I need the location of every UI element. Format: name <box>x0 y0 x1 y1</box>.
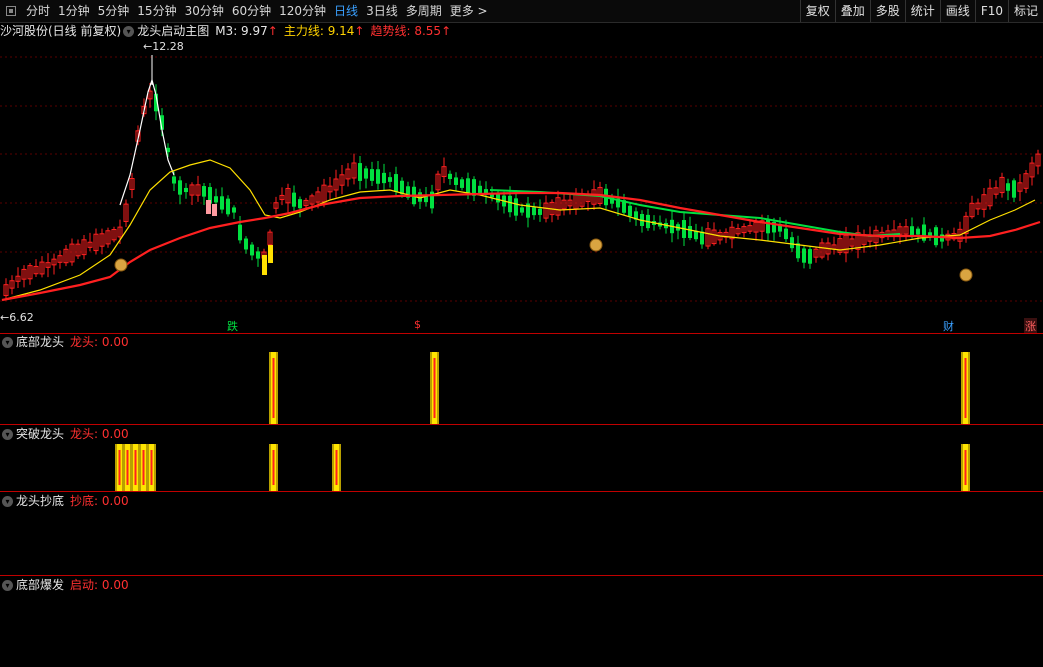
dropdown-icon[interactable]: ▾ <box>2 336 13 348</box>
candle-body <box>628 205 632 217</box>
sub-panel-title[interactable]: 底部爆发 <box>16 577 64 593</box>
highlight-candle <box>268 245 273 263</box>
sub-panel-value: 龙头: 0.00 <box>70 427 129 441</box>
candle-body <box>478 185 482 193</box>
candle-body <box>460 179 464 188</box>
m3-line <box>119 77 175 206</box>
breakout-leader-bar <box>118 450 121 485</box>
breakout-leader-bar <box>964 450 967 485</box>
sub-panel-bars <box>115 352 970 491</box>
panel-divider <box>0 424 1043 425</box>
panel-divider <box>0 491 1043 492</box>
breakout-leader-bar <box>335 450 338 485</box>
candle-body <box>292 192 296 207</box>
candle-body <box>394 174 398 192</box>
sub-panel-value: 龙头: 0.00 <box>70 335 129 349</box>
candle-body <box>298 199 302 209</box>
candle-body <box>700 231 704 245</box>
candle-body <box>256 251 260 259</box>
candle-body <box>184 187 188 193</box>
sub-panel-header-4: ▾ 底部爆发 启动: 0.00 <box>0 577 129 593</box>
dropdown-icon[interactable]: ▾ <box>2 579 13 591</box>
candle-body <box>226 198 230 215</box>
highlight-candle <box>206 200 211 214</box>
candle-body <box>1012 180 1016 198</box>
highlight-candle <box>212 204 217 216</box>
candle-body <box>250 244 254 256</box>
candle-body <box>232 207 236 213</box>
candle-body <box>382 172 386 184</box>
sub-panel-title[interactable]: 突破龙头 <box>16 426 64 442</box>
candle-body <box>376 169 380 184</box>
candle-body <box>508 195 512 213</box>
sub-panel-value: 抄底: 0.00 <box>70 494 129 508</box>
dropdown-icon[interactable]: ▾ <box>2 495 13 507</box>
money-bag-icon <box>589 238 603 252</box>
money-bag-icon <box>114 258 128 272</box>
candle-body <box>214 196 218 203</box>
breakout-leader-bar <box>142 450 145 485</box>
candle-body <box>454 177 458 185</box>
candle-body <box>520 207 524 213</box>
high-price-label: ←12.28 <box>143 40 184 53</box>
candle-body <box>220 196 224 210</box>
candle-body <box>784 228 788 240</box>
bottom-leader-bar <box>964 358 967 418</box>
candle-body <box>418 192 422 202</box>
sub-panel-title[interactable]: 底部龙头 <box>16 334 64 350</box>
sub-panel-value: 启动: 0.00 <box>70 578 129 592</box>
candle-body <box>532 207 536 216</box>
candle-body <box>688 226 692 238</box>
candle-body <box>202 186 206 197</box>
candle-body <box>466 178 470 193</box>
highlight-candle <box>262 255 267 275</box>
panel-divider <box>0 575 1043 576</box>
candle-body <box>910 226 914 236</box>
candle-body <box>172 176 176 184</box>
sub-panel-header-2: ▾ 突破龙头 龙头: 0.00 <box>0 426 129 442</box>
candle-body <box>1006 183 1010 191</box>
candle-body <box>370 169 374 181</box>
bottom-leader-bar <box>272 358 275 418</box>
candle-body <box>388 177 392 182</box>
breakout-leader-bar <box>126 450 129 485</box>
money-bag-icon <box>959 268 973 282</box>
candle-body <box>358 163 362 181</box>
candle-body <box>178 180 182 195</box>
candle-body <box>244 238 248 250</box>
dropdown-icon[interactable]: ▾ <box>2 428 13 440</box>
candle-body <box>496 193 500 203</box>
bottom-leader-bar <box>433 358 436 418</box>
sub-panel-title[interactable]: 龙头抄底 <box>16 493 64 509</box>
money-bag-icons <box>114 238 973 282</box>
candle-body <box>538 208 542 215</box>
die-marker: 跌 <box>227 320 238 333</box>
low-price-label: ←6.62 <box>0 311 34 324</box>
breakout-leader-bar <box>134 450 137 485</box>
zhang-marker: 涨 <box>1024 318 1037 334</box>
breakout-leader-bar <box>272 450 275 485</box>
candle-body <box>238 224 242 241</box>
candle-body <box>790 237 794 249</box>
candle-body <box>448 173 452 179</box>
candle-body <box>802 248 806 263</box>
candle-body <box>808 249 812 264</box>
candle-body <box>916 228 920 235</box>
sub-panel-header-3: ▾ 龙头抄底 抄底: 0.00 <box>0 493 129 509</box>
dollar-marker: $ <box>414 318 421 331</box>
indicator-lines <box>1 55 1041 302</box>
cai-marker: 财 <box>943 320 954 333</box>
panel-divider <box>0 333 1043 334</box>
candle-body <box>796 243 800 259</box>
candle-body <box>364 168 368 179</box>
breakout-leader-bar <box>150 450 153 485</box>
sub-panel-header-1: ▾ 底部龙头 龙头: 0.00 <box>0 334 129 350</box>
main-line <box>1 159 1036 301</box>
candle-body <box>514 198 518 216</box>
